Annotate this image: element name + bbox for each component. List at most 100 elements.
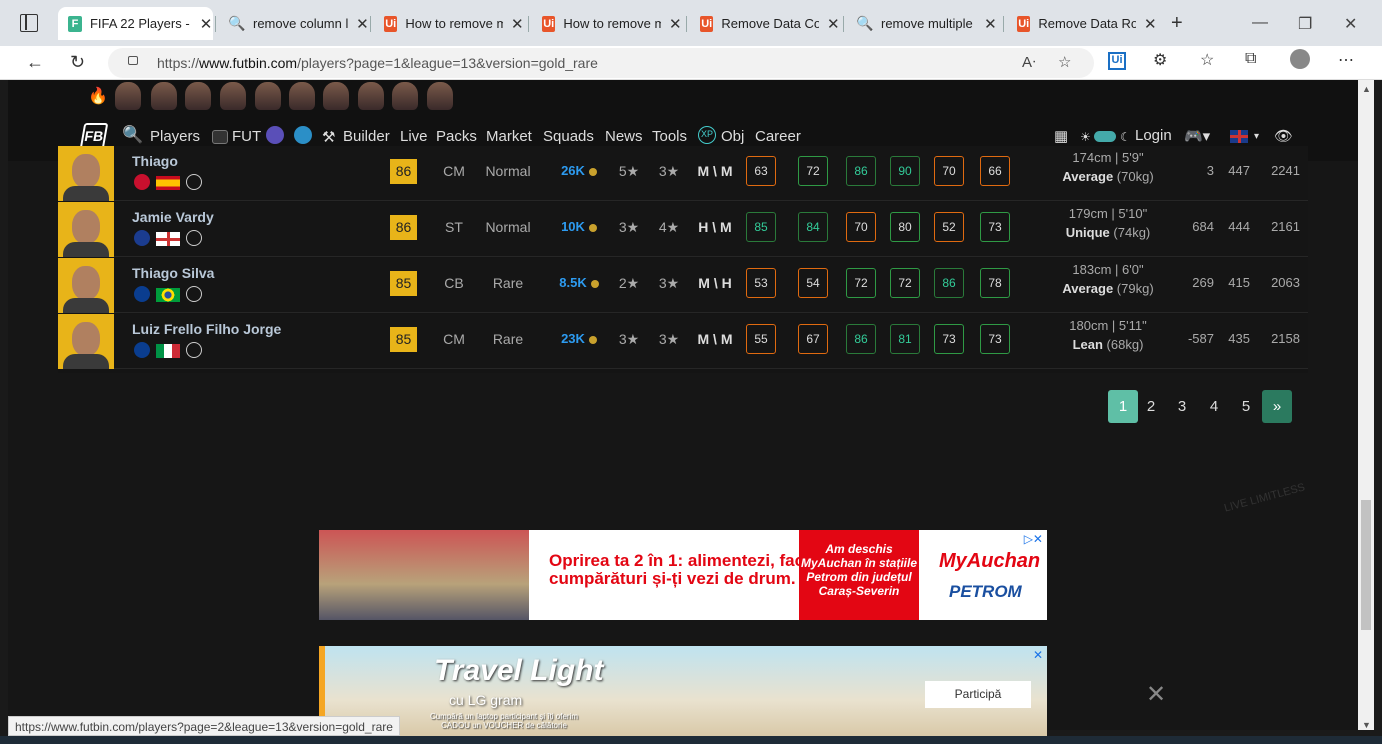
ad-close-icon[interactable]: ✕ (1033, 648, 1043, 662)
table-row[interactable]: Thiago 86 CM Normal 26K 5★ 3★ M \ M 63 72 8… (58, 146, 1308, 201)
trending-player-avatar[interactable] (289, 82, 315, 110)
close-window-button[interactable]: ✕ (1344, 14, 1357, 34)
browser-tab[interactable]: 🔍 remove column li ✕ (219, 7, 369, 40)
trending-player-avatar[interactable] (392, 82, 418, 110)
theme-toggle[interactable] (1094, 131, 1116, 142)
refresh-button[interactable]: ↻ (70, 52, 85, 73)
globe-icon[interactable] (294, 126, 312, 144)
pagination-page[interactable]: 1 (1108, 390, 1138, 423)
club-badge-icon[interactable] (134, 342, 150, 358)
browser-tab[interactable]: Ui Remove Data Row ✕ (1007, 7, 1157, 40)
favorites-icon[interactable]: ☆ (1200, 50, 1214, 70)
nav-squads[interactable]: Squads (543, 128, 594, 145)
eye-icon[interactable]: 👁 (1274, 127, 1293, 145)
add-favorite-icon[interactable]: ☆ (1058, 53, 1071, 71)
collections-icon[interactable]: ⧉ (1245, 50, 1256, 68)
extensions-icon[interactable]: ⚙ (1153, 50, 1167, 70)
lg-gram-ad[interactable]: Travel Light cu LG gram Cumpără un lapto… (319, 646, 1047, 736)
settings-menu-icon[interactable]: ⋯ (1338, 50, 1354, 70)
pagination-page[interactable]: 4 (1199, 390, 1229, 423)
close-tab-icon[interactable]: ✕ (511, 15, 524, 33)
nav-market[interactable]: Market (486, 128, 532, 145)
url-input[interactable]: https://www.futbin.com/players?page=1&le… (108, 48, 1094, 78)
nav-builder[interactable]: Builder (343, 128, 390, 145)
back-button[interactable]: ← (26, 52, 44, 73)
league-badge-icon[interactable] (186, 286, 202, 302)
table-row[interactable]: Jamie Vardy 86 ST Normal 10K 3★ 4★ H \ M… (58, 202, 1308, 257)
club-badge-icon[interactable] (134, 286, 150, 302)
ad-close-icon[interactable]: ▷✕ (1024, 532, 1043, 546)
nav-players[interactable]: Players (150, 128, 200, 145)
nav-career[interactable]: Career (755, 128, 801, 145)
ad-cta-button[interactable]: Participă (925, 681, 1031, 708)
player-name[interactable]: Thiago Silva (132, 265, 214, 281)
nation-flag-icon[interactable] (156, 232, 180, 246)
petrom-ad[interactable]: Oprirea ta 2 în 1: alimentezi, faci cump… (319, 530, 1047, 620)
player-name[interactable]: Thiago (132, 153, 178, 169)
nav-live[interactable]: Live (400, 128, 428, 145)
close-tab-icon[interactable]: ✕ (827, 15, 840, 33)
search-icon[interactable]: 🔍 (122, 125, 143, 145)
close-tab-icon[interactable]: ✕ (984, 15, 997, 33)
player-name[interactable]: Jamie Vardy (132, 209, 214, 225)
trending-player-avatar[interactable] (323, 82, 349, 110)
player-photo[interactable] (58, 314, 114, 369)
calculator-icon[interactable]: ▦ (1054, 127, 1068, 145)
close-ad-icon[interactable]: ✕ (1146, 680, 1166, 709)
uk-flag-icon[interactable] (1230, 130, 1248, 143)
login-link[interactable]: Login (1135, 127, 1172, 144)
table-row[interactable]: Thiago Silva 85 CB Rare 8.5K 2★ 3★ M \ H… (58, 258, 1308, 313)
lock-icon[interactable] (128, 56, 138, 65)
club-icon[interactable] (266, 126, 284, 144)
league-badge-icon[interactable] (186, 174, 202, 190)
table-row[interactable]: Luiz Frello Filho Jorge 85 CM Rare 23K 3… (58, 314, 1308, 369)
pagination-page[interactable]: 3 (1167, 390, 1197, 423)
page-scrollbar[interactable]: ▲ ▼ (1358, 80, 1374, 730)
close-tab-icon[interactable]: ✕ (199, 15, 213, 33)
scrollbar-thumb[interactable] (1361, 500, 1371, 630)
browser-tab[interactable]: 🔍 remove multiple ✕ (847, 7, 997, 40)
trending-player-avatar[interactable] (255, 82, 281, 110)
player-photo[interactable] (58, 146, 114, 201)
trending-player-avatar[interactable] (220, 82, 246, 110)
browser-tab[interactable]: Ui How to remove m ✕ (374, 7, 524, 40)
platform-selector[interactable]: 🎮▾ (1184, 127, 1210, 145)
read-aloud-icon[interactable]: Aᐧ (1022, 53, 1036, 71)
browser-tab[interactable]: F FIFA 22 Players - ✕ (58, 7, 213, 40)
tab-actions-icon[interactable] (20, 14, 38, 32)
nav-packs[interactable]: Packs (436, 128, 477, 145)
trending-player-avatar[interactable] (358, 82, 384, 110)
close-tab-icon[interactable]: ✕ (1144, 15, 1157, 33)
browser-tab[interactable]: Ui Remove Data Col ✕ (690, 7, 840, 40)
restore-button[interactable]: ❐ (1298, 14, 1312, 34)
pagination-page[interactable]: 2 (1136, 390, 1166, 423)
nation-flag-icon[interactable] (156, 176, 180, 190)
close-tab-icon[interactable]: ✕ (356, 15, 369, 33)
league-badge-icon[interactable] (186, 230, 202, 246)
nation-flag-icon[interactable] (156, 288, 180, 302)
player-photo[interactable] (58, 258, 114, 313)
chevron-down-icon[interactable]: ▾ (1254, 131, 1259, 142)
player-photo[interactable] (58, 202, 114, 257)
profile-avatar[interactable] (1290, 49, 1310, 69)
club-badge-icon[interactable] (134, 230, 150, 246)
close-tab-icon[interactable]: ✕ (669, 15, 682, 33)
league-badge-icon[interactable] (186, 342, 202, 358)
pagination-next[interactable]: » (1262, 390, 1292, 423)
pagination-page[interactable]: 5 (1231, 390, 1261, 423)
nav-tools[interactable]: Tools (652, 128, 687, 145)
trending-player-avatar[interactable] (427, 82, 453, 110)
nav-fut[interactable]: FUT (232, 128, 261, 145)
trending-player-avatar[interactable] (151, 82, 177, 110)
club-badge-icon[interactable] (134, 174, 150, 190)
minimize-button[interactable]: — (1252, 14, 1268, 32)
new-tab-button[interactable]: + (1171, 12, 1183, 35)
uipath-extension-icon[interactable]: Ui (1108, 52, 1126, 70)
nation-flag-icon[interactable] (156, 344, 180, 358)
nav-news[interactable]: News (605, 128, 643, 145)
browser-tab[interactable]: Ui How to remove m ✕ (532, 7, 682, 40)
scroll-up-icon[interactable]: ▲ (1362, 84, 1371, 94)
player-name[interactable]: Luiz Frello Filho Jorge (132, 321, 281, 337)
trending-player-avatar[interactable] (185, 82, 211, 110)
scroll-down-icon[interactable]: ▼ (1362, 720, 1371, 730)
